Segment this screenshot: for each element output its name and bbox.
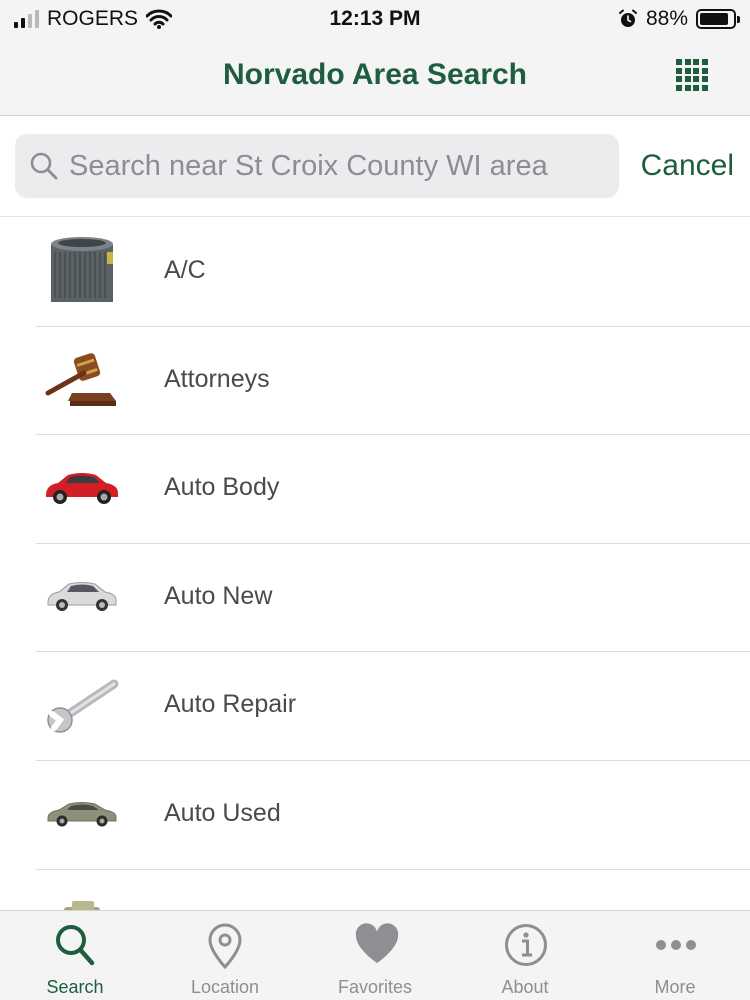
tab-favorites[interactable]: Favorites: [300, 911, 450, 1000]
sedan-icon: [42, 775, 122, 851]
list-item-label: Attorneys: [164, 364, 270, 393]
tab-label: About: [501, 977, 549, 997]
page-title: Norvado Area Search: [222, 58, 527, 91]
cancel-button[interactable]: Cancel: [641, 149, 734, 183]
list-item-label: A/C: [164, 256, 206, 284]
search-icon: [30, 152, 58, 180]
category-list: A/C Attorneys Auto Body Auto New Auto Re…: [0, 218, 750, 910]
more-icon: [656, 940, 696, 950]
list-item[interactable]: Auto Body: [36, 435, 750, 544]
ac-unit-icon: [42, 232, 122, 308]
list-item[interactable]: A/C: [36, 218, 750, 327]
silver-car-icon: [42, 558, 122, 634]
list-item[interactable]: Auto Repair: [36, 652, 750, 761]
list-item-label: Auto Body: [164, 473, 280, 502]
battery-fill: [700, 13, 729, 25]
list-item[interactable]: [36, 870, 750, 910]
status-right: 88%: [618, 7, 740, 31]
gavel-icon: [42, 341, 122, 417]
info-icon: [505, 924, 547, 966]
tab-label: Location: [190, 977, 260, 997]
tab-about[interactable]: About: [450, 911, 600, 1000]
tab-search[interactable]: Search: [0, 911, 150, 1000]
red-car-icon: [42, 449, 122, 525]
battery-percent: 88%: [645, 7, 688, 30]
list-item[interactable]: Auto New: [36, 544, 750, 653]
tab-label: More: [654, 977, 696, 997]
tab-more[interactable]: More: [600, 911, 750, 1000]
wrench-icon: [42, 666, 122, 742]
tab-label: Search: [46, 977, 104, 997]
search-area: Cancel: [0, 117, 750, 217]
location-pin-icon: [208, 923, 242, 969]
grid-icon[interactable]: [676, 59, 708, 91]
tab-location[interactable]: Location: [150, 911, 300, 1000]
battery-icon: [696, 9, 740, 29]
list-item-label: Auto Repair: [164, 690, 297, 719]
list-item[interactable]: Attorneys: [36, 327, 750, 436]
tab-bar: Search Location Favorites About More: [0, 910, 750, 1000]
search-icon: [56, 925, 95, 966]
list-item[interactable]: Auto Used: [36, 761, 750, 870]
alarm-icon: [618, 9, 637, 27]
money-icon: [42, 884, 122, 910]
nav-bar: Norvado Area Search: [0, 38, 750, 116]
search-box[interactable]: [15, 134, 619, 198]
search-input[interactable]: [69, 134, 609, 198]
status-bar: ROGERS 12:13 PM 88%: [0, 0, 750, 38]
list-item-label: Auto Used: [164, 798, 281, 827]
tab-label: Favorites: [337, 977, 413, 997]
list-item-label: Auto New: [164, 581, 273, 610]
heart-icon: [355, 923, 399, 963]
